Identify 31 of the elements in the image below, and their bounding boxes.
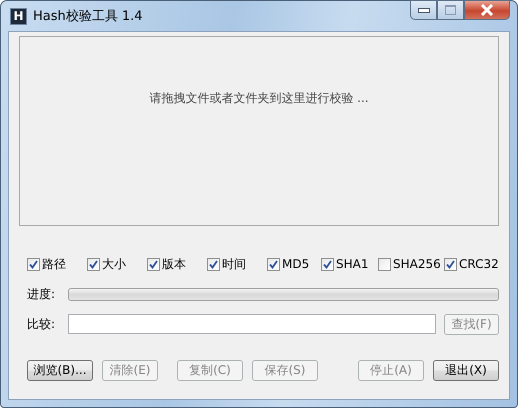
drop-area[interactable]: 请拖拽文件或者文件夹到这里进行校验 ...: [19, 36, 499, 226]
checkbox[interactable]: [27, 258, 40, 270]
checkbox[interactable]: [87, 258, 100, 270]
close-button[interactable]: [464, 0, 510, 20]
checkbox[interactable]: [147, 258, 160, 270]
checkbox[interactable]: [444, 258, 457, 270]
checkbox-label[interactable]: 时间: [222, 256, 246, 272]
checkbox[interactable]: [378, 258, 391, 270]
window-title: Hash校验工具 1.4: [33, 8, 144, 25]
minimize-button[interactable]: [410, 0, 437, 20]
progress-label: 进度:: [27, 286, 56, 302]
compare-field[interactable]: [68, 314, 436, 334]
checkbox-label[interactable]: SHA1: [336, 257, 368, 271]
checkbox-label[interactable]: 大小: [102, 256, 126, 272]
checkbox[interactable]: [267, 258, 280, 270]
checkbox[interactable]: [207, 258, 220, 270]
checkbox[interactable]: [321, 258, 334, 270]
checkbox-label[interactable]: 路径: [42, 256, 66, 272]
minimize-icon: [418, 8, 430, 12]
checkbox-label[interactable]: CRC32: [459, 257, 499, 271]
checkbox-label[interactable]: 版本: [162, 256, 186, 272]
checkbox-label[interactable]: MD5: [282, 257, 310, 271]
compare-label: 比较:: [27, 316, 56, 332]
checkbox-label[interactable]: SHA256: [393, 257, 441, 271]
action-button[interactable]: 退出(X): [433, 360, 499, 381]
drop-hint: 请拖拽文件或者文件夹到这里进行校验 ...: [149, 90, 369, 106]
maximize-icon: [445, 5, 456, 15]
close-icon: [480, 4, 494, 16]
app-logo-icon: H: [10, 8, 27, 24]
maximize-button[interactable]: [437, 0, 464, 20]
action-button[interactable]: 浏览(B)...: [27, 360, 93, 381]
